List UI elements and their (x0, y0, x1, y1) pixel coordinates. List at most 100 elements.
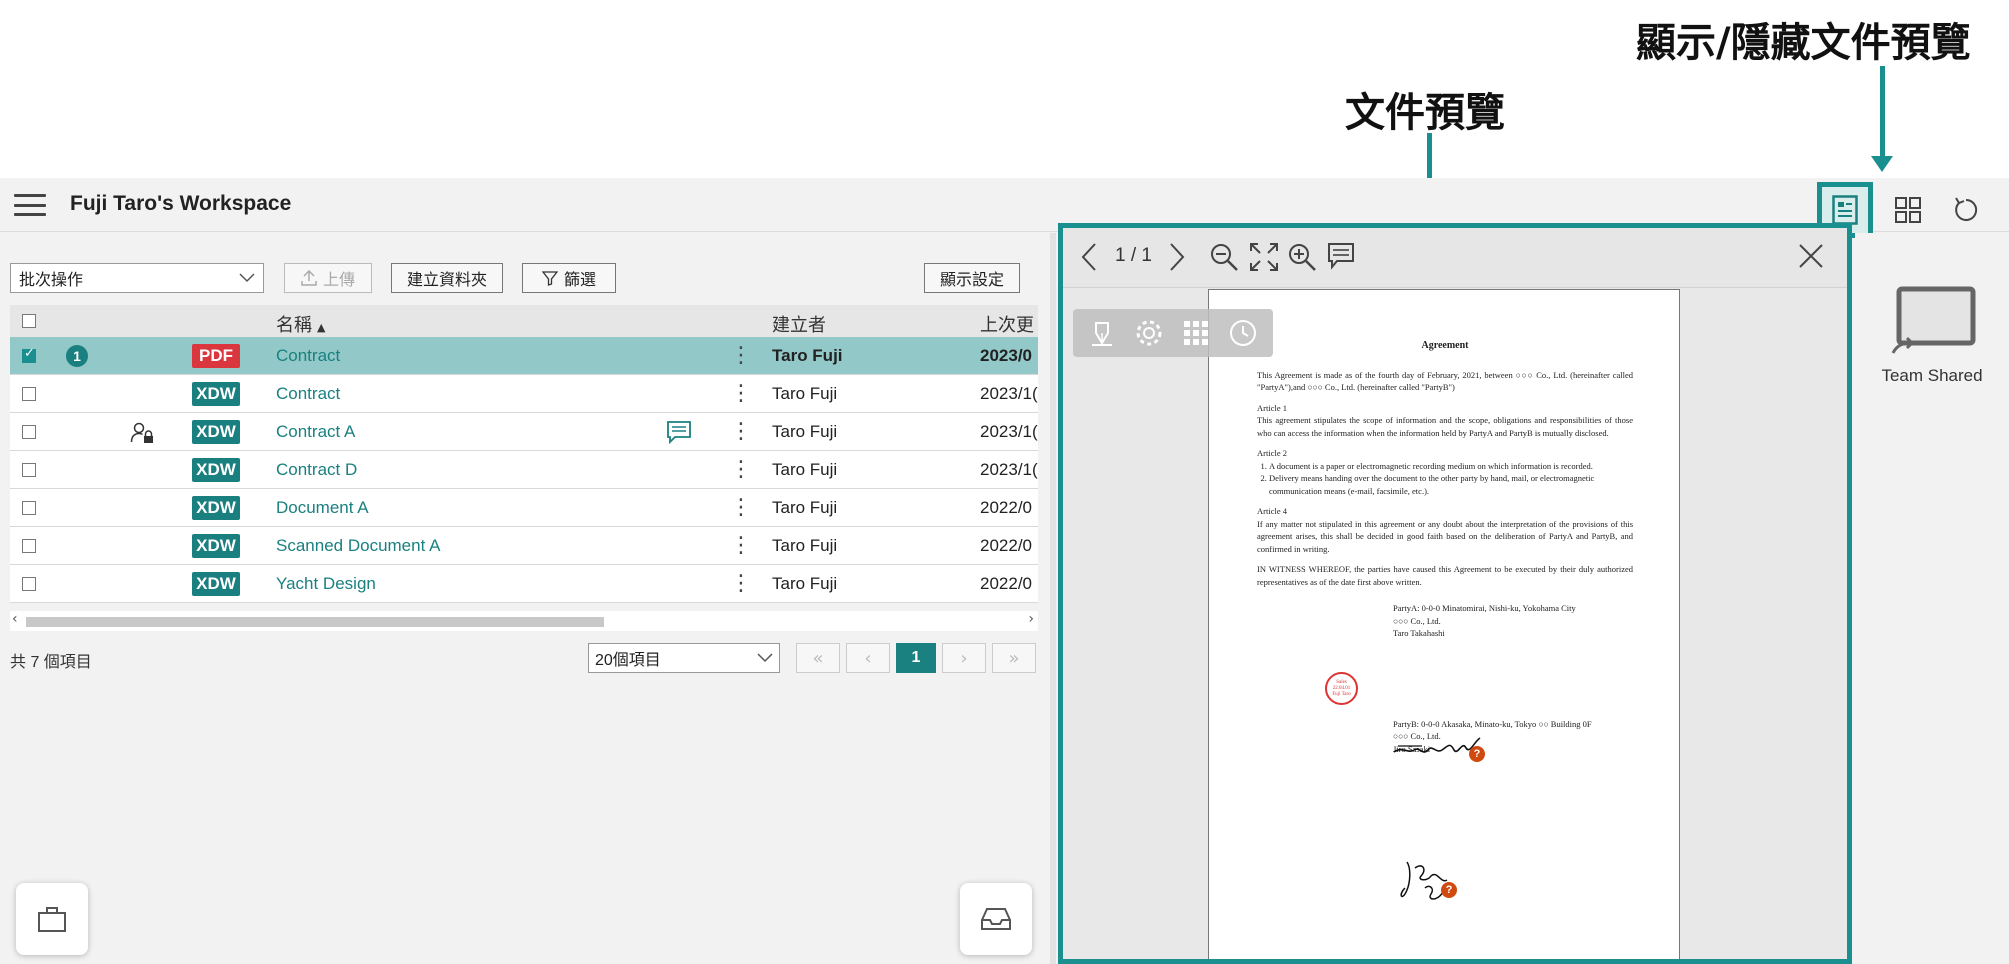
file-name-link[interactable]: Contract (276, 384, 340, 404)
last-page-button[interactable]: » (992, 643, 1036, 673)
scrollbar-thumb[interactable] (26, 617, 604, 627)
next-page-button[interactable]: › (942, 643, 986, 673)
article4-title: Article 4 (1257, 506, 1287, 516)
file-name-link[interactable]: Contract (276, 346, 340, 366)
row-checkbox[interactable] (22, 539, 36, 553)
page-size-select[interactable]: 20個項目 (588, 643, 780, 673)
display-settings-label: 顯示設定 (939, 272, 1004, 289)
table-row[interactable]: XDW Contract A ⋮ Taro Fuji 2023/1( (10, 413, 1038, 451)
document-preview-panel: 1 / 1 Agreement This Agreement is made a… (1058, 223, 1852, 964)
signature-verify-icon[interactable]: ? (1469, 746, 1485, 762)
file-name-link[interactable]: Contract D (276, 460, 357, 480)
thumbnail-grid-icon[interactable] (1182, 319, 1210, 347)
toggle-preview-arrow (1871, 66, 1893, 172)
more-options-icon[interactable]: ⋮ (730, 456, 752, 484)
pdf-type-badge: PDF (192, 344, 240, 368)
more-options-icon[interactable]: ⋮ (730, 418, 752, 446)
article1-text: This agreement stipulates the scope of i… (1257, 415, 1633, 438)
preview-viewport[interactable]: Agreement This Agreement is made as of t… (1063, 289, 1847, 959)
comment-icon[interactable] (666, 420, 692, 444)
workspace-title: Fuji Taro's Workspace (70, 192, 292, 215)
row-checkbox[interactable] (22, 577, 36, 591)
article2-title: Article 2 (1257, 448, 1287, 458)
table-row[interactable]: XDW Scanned Document A ⋮ Taro Fuji 2022/… (10, 527, 1038, 565)
more-options-icon[interactable]: ⋮ (730, 380, 752, 408)
creator-cell: Taro Fuji (772, 498, 838, 517)
column-name-header[interactable]: 名稱 ▲ (276, 311, 325, 337)
table-row[interactable]: XDW Contract D ⋮ Taro Fuji 2023/1( (10, 451, 1038, 489)
page-indicator: 1 / 1 (1115, 245, 1152, 266)
updated-cell: 2023/1( (980, 460, 1038, 479)
file-name-link[interactable]: Scanned Document A (276, 536, 440, 556)
zoom-in-icon[interactable] (1287, 242, 1317, 272)
document-title: Agreement (1421, 340, 1469, 351)
pane-divider[interactable] (1050, 233, 1056, 964)
file-name-link[interactable]: Document A (276, 498, 369, 518)
scroll-left-icon[interactable]: ‹ (12, 611, 18, 627)
row-checkbox[interactable] (22, 463, 36, 477)
toggle-preview-callout: 顯示/隱藏文件預覽 (1636, 20, 1971, 66)
count-badge: 1 (66, 345, 88, 367)
table-row[interactable]: 1 PDF Contract ⋮ Taro Fuji 2023/0 (10, 337, 1038, 375)
updated-cell: 2022/0 (980, 498, 1032, 517)
fit-page-icon[interactable] (1249, 242, 1279, 272)
article1-title: Article 1 (1257, 402, 1287, 413)
more-options-icon[interactable]: ⋮ (730, 570, 752, 598)
more-options-icon[interactable]: ⋮ (730, 532, 752, 560)
preview-toolbar: 1 / 1 (1063, 228, 1847, 288)
file-table: 名稱 ▲ 建立者 上次更 1 PDF Contract ⋮ Taro Fuji … (10, 305, 1038, 611)
annotation-icon[interactable] (1327, 242, 1355, 270)
creator-cell: Taro Fuji (772, 460, 838, 479)
more-options-icon[interactable]: ⋮ (730, 342, 752, 370)
team-shared-label: Team Shared (1881, 366, 1983, 385)
signature-verify-icon[interactable]: ? (1441, 882, 1457, 898)
create-folder-button[interactable]: 建立資料夾 (391, 263, 503, 293)
page-size-label: 20個項目 (595, 652, 661, 669)
more-options-icon[interactable]: ⋮ (730, 494, 752, 522)
file-name-link[interactable]: Contract A (276, 422, 355, 442)
inbox-button[interactable] (960, 883, 1032, 955)
updated-cell: 2023/1( (980, 422, 1038, 441)
row-checkbox[interactable] (22, 346, 36, 363)
briefcase-button[interactable] (16, 883, 88, 955)
column-updated-header[interactable]: 上次更 (980, 311, 1034, 337)
upload-button[interactable]: 上傳 (284, 263, 372, 293)
locked-user-icon (130, 422, 153, 443)
refresh-icon[interactable] (1943, 187, 1989, 233)
updated-cell: 2023/0 (980, 346, 1032, 365)
menu-icon[interactable] (14, 192, 46, 218)
current-page-button[interactable]: 1 (896, 643, 936, 673)
next-page-icon[interactable] (1169, 242, 1185, 272)
previous-page-button[interactable]: ‹ (846, 643, 890, 673)
horizontal-scrollbar[interactable]: ‹ › (10, 611, 1038, 631)
row-checkbox[interactable] (22, 387, 36, 401)
previous-page-icon[interactable] (1081, 242, 1097, 272)
shared-screen-icon (1891, 286, 1976, 354)
team-shared-item[interactable]: Team Shared (1877, 285, 1987, 386)
row-checkbox[interactable] (22, 425, 36, 439)
table-row[interactable]: XDW Yacht Design ⋮ Taro Fuji 2022/0 (10, 565, 1038, 603)
display-settings-button[interactable]: 顯示設定 (924, 263, 1020, 293)
witness-text: IN WITNESS WHEREOF, the parties have cau… (1257, 564, 1633, 587)
updated-cell: 2022/0 (980, 536, 1032, 555)
zoom-out-icon[interactable] (1209, 242, 1239, 272)
file-name-link[interactable]: Yacht Design (276, 574, 376, 594)
xdw-type-badge: XDW (192, 572, 240, 596)
history-icon[interactable] (1228, 318, 1258, 348)
briefcase-icon (38, 907, 66, 932)
settings-gear-icon[interactable] (1134, 318, 1164, 348)
pen-icon[interactable] (1088, 319, 1116, 347)
column-creator-header[interactable]: 建立者 (772, 311, 826, 337)
table-row[interactable]: XDW Document A ⋮ Taro Fuji 2022/0 (10, 489, 1038, 527)
creator-cell: Taro Fuji (772, 536, 838, 555)
close-icon[interactable] (1797, 242, 1825, 270)
select-all-checkbox[interactable] (22, 314, 36, 328)
first-page-button[interactable]: « (796, 643, 840, 673)
grid-view-icon[interactable] (1885, 187, 1931, 233)
batch-operation-select[interactable]: 批次操作 (10, 263, 264, 293)
party-a-block: PartyA: 0-0-0 Minatomirai, Nishi-ku, Yok… (1393, 603, 1576, 638)
row-checkbox[interactable] (22, 501, 36, 515)
filter-button[interactable]: 篩選 (522, 263, 616, 293)
table-row[interactable]: XDW Contract ⋮ Taro Fuji 2023/1( (10, 375, 1038, 413)
scroll-right-icon[interactable]: › (1028, 611, 1034, 627)
